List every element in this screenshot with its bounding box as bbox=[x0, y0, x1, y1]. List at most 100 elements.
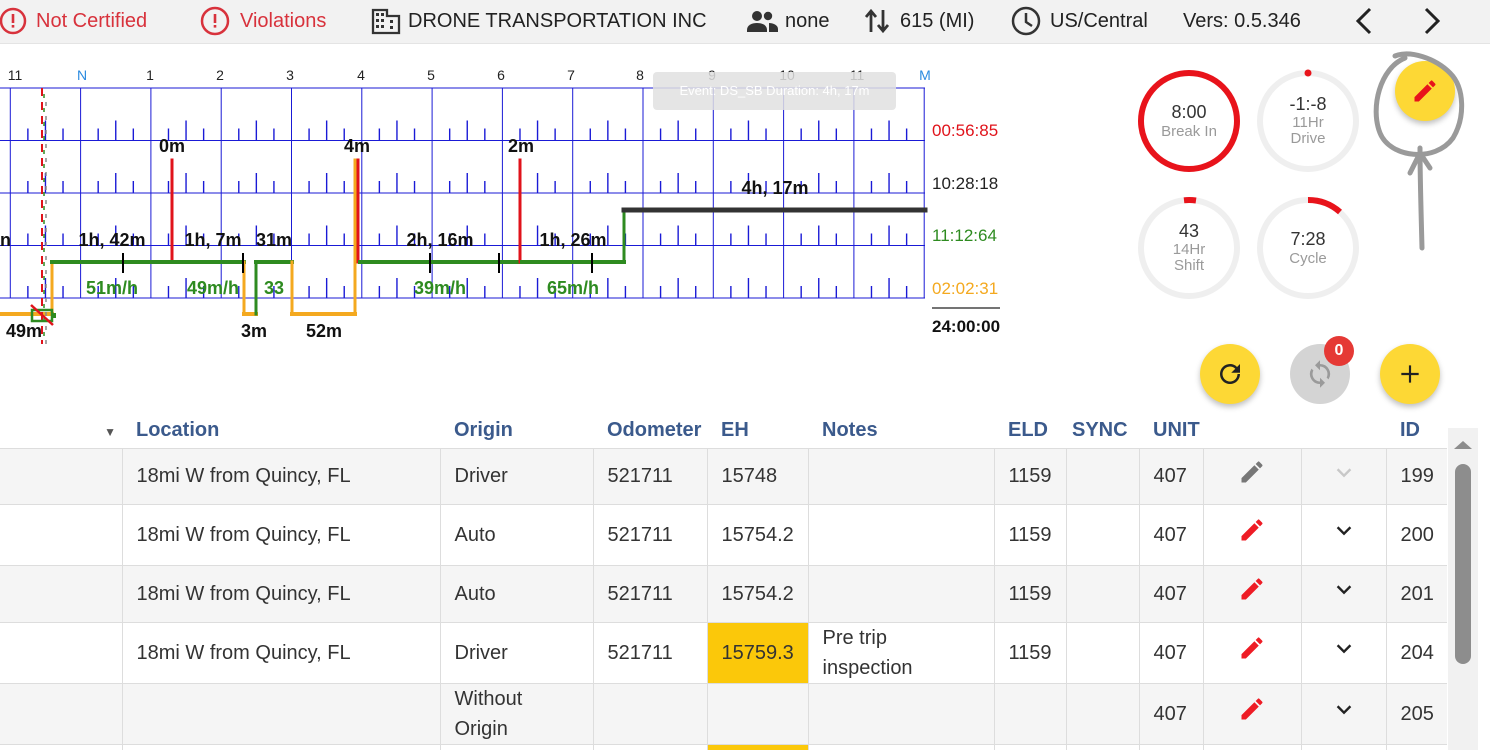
cycle-gauge-label: Cycle bbox=[1289, 250, 1327, 267]
table-scrollbar[interactable] bbox=[1448, 428, 1478, 750]
shift-gauge-label2: Shift bbox=[1174, 257, 1205, 274]
status-total: 00:56:85 bbox=[932, 121, 998, 140]
not-certified-label: Not Certified bbox=[36, 9, 148, 32]
status-total: 10:28:18 bbox=[932, 174, 998, 193]
add-event-button[interactable] bbox=[1380, 344, 1440, 404]
speed-label: 51m/h bbox=[86, 278, 138, 298]
pencil-icon bbox=[1241, 637, 1263, 659]
cell-id: 205 bbox=[1386, 683, 1447, 745]
status-total: 11:12:64 bbox=[932, 226, 997, 245]
duration-label: n bbox=[0, 230, 11, 250]
shift-gauge: 43 14Hr Shift bbox=[1138, 197, 1240, 299]
cell-location: 18mi W from Quincy, FL bbox=[122, 448, 441, 505]
expand-row-button[interactable] bbox=[1301, 683, 1387, 745]
violations-link[interactable]: Violations bbox=[198, 6, 326, 36]
chevron-down-icon bbox=[1336, 644, 1351, 654]
cell-eld: 1159 bbox=[994, 504, 1067, 566]
col-id[interactable]: ID bbox=[1386, 414, 1447, 449]
duration-label: 1h, 26m bbox=[539, 230, 606, 250]
codriver-info[interactable]: none bbox=[745, 6, 830, 36]
cell-eld: 1159 bbox=[994, 622, 1067, 684]
edit-row-button[interactable] bbox=[1203, 565, 1302, 623]
table-row[interactable]: 18mi W from Quincy, FL Driver 521711 157… bbox=[0, 622, 1447, 684]
hour-label: 7 bbox=[567, 67, 575, 83]
cycle-gauge-value: 7:28 bbox=[1290, 229, 1325, 249]
people-icon bbox=[747, 11, 778, 32]
edit-row-button[interactable] bbox=[1203, 448, 1302, 505]
expand-row-button[interactable] bbox=[1301, 504, 1387, 566]
prev-day-button[interactable] bbox=[1350, 6, 1384, 36]
cell-sync bbox=[1066, 448, 1140, 505]
edit-row-button[interactable] bbox=[1203, 622, 1302, 684]
drive-gauge-value: -1:-8 bbox=[1289, 94, 1326, 114]
col-notes[interactable]: Notes bbox=[808, 414, 994, 449]
col-origin[interactable]: Origin bbox=[440, 414, 593, 449]
log-panel: 11N1234567891011M 0m4m2m4h, 17m1h, 42m1h… bbox=[0, 44, 1478, 414]
cell-id: 204 bbox=[1386, 622, 1447, 684]
refresh-icon bbox=[1220, 364, 1240, 384]
pencil-icon bbox=[1241, 698, 1263, 720]
timezone-info: US/Central bbox=[1010, 6, 1148, 36]
col-eh[interactable]: EH bbox=[707, 414, 808, 449]
cell-unit: 407 bbox=[1139, 504, 1204, 566]
cell-eh: 15748 bbox=[707, 448, 809, 505]
scrollbar-thumb[interactable] bbox=[1455, 464, 1471, 664]
shift-gauge-value: 43 bbox=[1179, 221, 1199, 241]
cell-odometer: 521711 bbox=[593, 504, 708, 566]
duration-label: 3m bbox=[241, 321, 267, 341]
cell-location: 18mi W from Quincy, FL bbox=[122, 565, 441, 623]
col-unit[interactable]: UNIT bbox=[1139, 414, 1203, 449]
events-table: ▼ Location Origin Odometer EH Notes ELD … bbox=[0, 414, 1447, 750]
cell-notes bbox=[808, 683, 995, 745]
col-odometer[interactable]: Odometer bbox=[593, 414, 707, 449]
hour-label: 4 bbox=[357, 67, 365, 83]
alert-circle-icon bbox=[200, 6, 230, 36]
cell-id: 199 bbox=[1386, 448, 1447, 505]
cell-sync bbox=[1066, 504, 1140, 566]
speed-label: 65m/h bbox=[547, 278, 599, 298]
chevron-down-icon bbox=[1336, 526, 1351, 536]
table-row[interactable]: 18mi W from Quincy, FL Auto 521711 15754… bbox=[0, 565, 1447, 623]
hour-label: 6 bbox=[497, 67, 505, 83]
cell-odometer: 521711 bbox=[593, 565, 708, 623]
col-sync[interactable]: SYNC bbox=[1066, 414, 1139, 449]
chevron-down-icon bbox=[1336, 467, 1351, 477]
plus-icon bbox=[1401, 365, 1419, 383]
break-gauge-label: Break In bbox=[1161, 123, 1217, 140]
cell-notes: Pre trip inspection bbox=[808, 622, 995, 684]
hour-label: 3 bbox=[286, 67, 294, 83]
cell-origin: Auto bbox=[440, 504, 594, 566]
table-row[interactable]: 18mi W from Quincy, FL Auto 521711 15754… bbox=[0, 504, 1447, 566]
cell-eld: 1159 bbox=[994, 448, 1067, 505]
not-certified-link[interactable]: Not Certified bbox=[0, 6, 147, 36]
table-row[interactable]: Without Origin 407 205 bbox=[0, 683, 1447, 745]
sort-dropdown[interactable]: ▼ bbox=[0, 414, 122, 449]
chevron-right-icon bbox=[1424, 7, 1441, 35]
expand-row-button[interactable] bbox=[1301, 448, 1387, 505]
table-row[interactable]: 18mi W from Quincy, FL Driver 521711 157… bbox=[0, 448, 1447, 505]
hour-label: 8 bbox=[636, 67, 644, 83]
hour-label: 11 bbox=[8, 67, 23, 83]
col-eld[interactable]: ELD bbox=[994, 414, 1066, 449]
graph-tooltip: Event: DS_SB Duration: 4h, 17m bbox=[653, 72, 896, 110]
caret-down-icon: ▼ bbox=[104, 425, 116, 440]
cell-origin: Without Origin bbox=[440, 683, 594, 745]
sync-badge: 0 bbox=[1324, 336, 1354, 366]
edit-row-button[interactable] bbox=[1203, 504, 1302, 566]
cell-notes bbox=[808, 565, 995, 623]
cell-id: 200 bbox=[1386, 504, 1447, 566]
version-label: Vers: 0.5.346 bbox=[1183, 9, 1301, 32]
refresh-button[interactable] bbox=[1200, 344, 1260, 404]
sync-button[interactable]: 0 bbox=[1290, 336, 1354, 404]
cell-location: 18mi W from Quincy, FL bbox=[122, 622, 441, 684]
cell-notes bbox=[808, 504, 995, 566]
cell-sync bbox=[1066, 565, 1140, 623]
expand-row-button[interactable] bbox=[1301, 622, 1387, 684]
expand-row-button[interactable] bbox=[1301, 565, 1387, 623]
next-day-button[interactable] bbox=[1418, 6, 1452, 36]
table-row[interactable] bbox=[0, 744, 1447, 750]
edit-row-button[interactable] bbox=[1203, 683, 1302, 745]
col-location[interactable]: Location bbox=[122, 414, 440, 449]
chevron-down-icon bbox=[1336, 705, 1351, 715]
cell-eh bbox=[707, 683, 809, 745]
